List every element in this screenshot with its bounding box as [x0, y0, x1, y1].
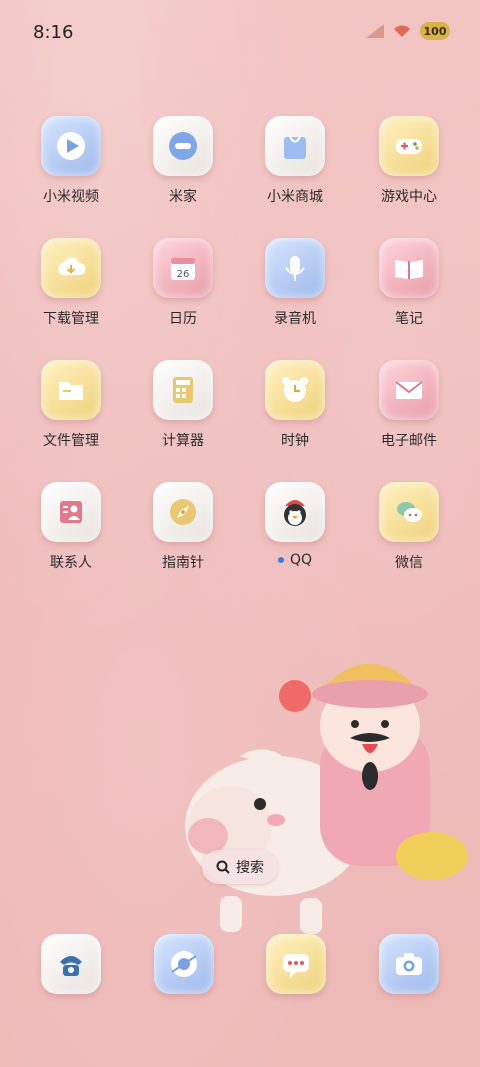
microphone-icon	[265, 238, 325, 298]
new-install-dot	[277, 557, 284, 563]
search-button[interactable]: 搜索	[202, 850, 278, 884]
video-play-icon	[41, 116, 101, 176]
app-mijia[interactable]: 米家	[128, 116, 238, 206]
app-qq[interactable]: QQ	[240, 482, 350, 568]
app-label: 电子邮件	[381, 433, 437, 449]
app-notes[interactable]: 笔记	[354, 238, 464, 328]
app-email[interactable]: 电子邮件	[354, 360, 464, 450]
shopping-bag-icon	[265, 116, 325, 176]
app-clock[interactable]: 时钟	[240, 360, 350, 450]
app-label-text: QQ	[289, 552, 313, 568]
contact-card-icon	[41, 482, 101, 542]
app-label: 下载管理	[43, 311, 99, 327]
mijia-icon	[153, 116, 213, 176]
app-label: 小米视频	[43, 189, 99, 205]
app-label: 联系人	[50, 555, 92, 571]
app-label: 小米商城	[267, 189, 323, 205]
search-label: 搜索	[236, 860, 264, 876]
app-label: 时钟	[281, 433, 309, 449]
app-downloads[interactable]: 下载管理	[16, 238, 126, 328]
penguin-icon	[265, 482, 325, 542]
gamepad-icon	[379, 116, 439, 176]
app-mi-store[interactable]: 小米商城	[240, 116, 350, 206]
app-label: QQ	[240, 552, 350, 568]
notebook-icon	[379, 238, 439, 298]
app-label: 米家	[169, 189, 197, 205]
app-label: 笔记	[395, 311, 423, 327]
app-label: 录音机	[274, 311, 316, 327]
dock	[0, 934, 480, 1000]
search-icon	[216, 860, 230, 874]
app-calendar[interactable]: 26 日历	[128, 238, 238, 328]
app-wechat[interactable]: 微信	[354, 482, 464, 572]
app-label: 计算器	[162, 433, 204, 449]
status-bar: 8:16 100	[0, 0, 480, 68]
envelope-icon	[379, 360, 439, 420]
cloud-download-icon	[41, 238, 101, 298]
messages-icon[interactable]	[266, 934, 326, 994]
calendar-icon: 26	[153, 238, 213, 298]
app-recorder[interactable]: 录音机	[240, 238, 350, 328]
wallpaper-mascot	[185, 663, 468, 934]
app-label: 游戏中心	[381, 189, 437, 205]
alarm-clock-icon	[265, 360, 325, 420]
status-time: 8:16	[33, 22, 74, 43]
app-file-manager[interactable]: 文件管理	[16, 360, 126, 450]
wechat-icon	[379, 482, 439, 542]
app-label: 文件管理	[43, 433, 99, 449]
status-icons: 100	[366, 22, 450, 40]
phone-icon[interactable]	[41, 934, 101, 994]
app-game-center[interactable]: 游戏中心	[354, 116, 464, 206]
app-label: 微信	[395, 555, 423, 571]
app-calculator[interactable]: 计算器	[128, 360, 238, 450]
camera-icon[interactable]	[379, 934, 439, 994]
app-label: 指南针	[162, 555, 204, 571]
calculator-icon	[153, 360, 213, 420]
app-mi-video[interactable]: 小米视频	[16, 116, 126, 206]
compass-icon	[153, 482, 213, 542]
calendar-day: 26	[177, 269, 190, 280]
wifi-icon	[394, 25, 410, 37]
signal-icon	[366, 24, 384, 38]
folder-icon	[41, 360, 101, 420]
app-label: 日历	[169, 311, 197, 327]
browser-icon[interactable]	[154, 934, 214, 994]
battery-indicator: 100	[420, 22, 450, 40]
app-compass[interactable]: 指南针	[128, 482, 238, 572]
app-contacts[interactable]: 联系人	[16, 482, 126, 572]
